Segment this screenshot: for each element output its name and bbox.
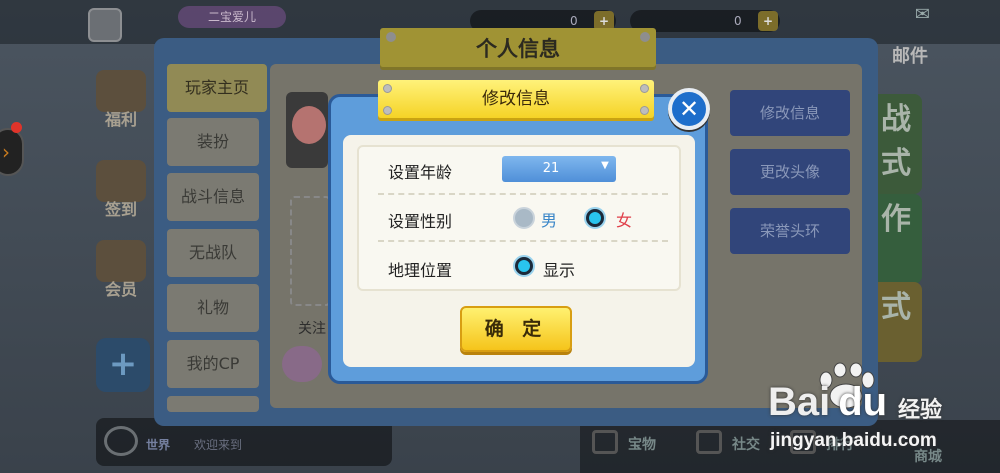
watermark-url: jingyan.baidu.com (770, 430, 937, 451)
avatar-face-icon (292, 106, 326, 144)
player-avatar[interactable] (286, 92, 328, 168)
bolt-icon (640, 32, 650, 42)
edit-info-button[interactable]: 修改信息 (730, 90, 850, 136)
bolt-icon (640, 106, 649, 115)
age-label: 设置年龄 (388, 163, 453, 182)
player-avatar-small[interactable] (88, 8, 122, 42)
bolt-icon (383, 106, 392, 115)
location-label: 地理位置 (388, 261, 453, 280)
side-expand-button[interactable]: › (0, 128, 24, 176)
add-button[interactable]: + (96, 338, 150, 392)
age-value: 21 (542, 161, 560, 176)
chat-bubble-icon (104, 426, 138, 456)
empty-slot (290, 196, 330, 306)
mail-icon[interactable]: ✉ (915, 4, 930, 25)
tab-my-cp[interactable]: 我的CP (167, 340, 259, 388)
baidu-logo: Bai du (768, 380, 887, 425)
player-name: 二宝爱儿 (178, 6, 286, 28)
change-avatar-button[interactable]: 更改头像 (730, 149, 850, 195)
checkin-label: 签到 (104, 200, 137, 219)
gender-female-label[interactable]: 女 (616, 207, 632, 231)
row-divider (378, 193, 668, 195)
location-show-label[interactable]: 显示 (543, 257, 575, 281)
gender-male-radio[interactable] (513, 207, 535, 229)
treasure-icon (592, 430, 618, 454)
gender-female-radio[interactable] (584, 207, 606, 229)
expand-button[interactable] (282, 346, 322, 382)
follow-label: 关注 (298, 321, 326, 337)
honor-halo-button[interactable]: 荣誉头环 (730, 208, 850, 254)
baidu-logo-left: Bai (768, 380, 831, 424)
tab-outfit[interactable]: 装扮 (167, 118, 259, 166)
watermark-jingyan: 经验 (898, 398, 943, 423)
mail-label: 邮件 (892, 46, 928, 67)
location-show-radio[interactable] (513, 255, 535, 277)
tab-more[interactable] (167, 396, 259, 412)
age-select[interactable]: 21 ▼ (502, 156, 616, 182)
dialog-title: 修改信息 (482, 89, 550, 109)
checkin-button[interactable]: 签到 (92, 160, 150, 220)
chat-channel: 世界 (146, 438, 171, 452)
panel-title: 个人信息 (476, 37, 560, 61)
tab-no-team[interactable]: 无战队 (167, 229, 259, 277)
tab-social[interactable]: 社交 (732, 434, 760, 454)
add-diamonds-button[interactable]: + (758, 11, 778, 31)
baidu-logo-right: du (838, 380, 888, 424)
gender-label: 设置性别 (388, 212, 453, 231)
gender-male-label[interactable]: 男 (541, 207, 557, 231)
tab-gifts[interactable]: 礼物 (167, 284, 259, 332)
bolt-icon (386, 32, 396, 42)
bolt-icon (640, 84, 649, 93)
tab-player-home[interactable]: 玩家主页 (167, 64, 267, 112)
tab-treasure[interactable]: 宝物 (628, 434, 656, 454)
panel-title-plate: 个人信息 (380, 28, 656, 70)
dialog-title-plate: 修改信息 (378, 80, 654, 118)
diamond-value: 0 (734, 14, 742, 28)
friends-icon (696, 430, 722, 454)
vip-label: 会员 (104, 280, 137, 299)
close-icon[interactable]: ✕ (668, 88, 710, 130)
row-divider (378, 240, 668, 242)
confirm-button[interactable]: 确 定 (460, 306, 572, 352)
welfare-button[interactable]: 福利 (92, 70, 150, 130)
chat-preview: 欢迎来到 (194, 438, 243, 452)
welfare-label: 福利 (104, 110, 137, 129)
tab-battle-info[interactable]: 战斗信息 (167, 173, 259, 221)
chevron-down-icon: ▼ (601, 160, 609, 171)
bolt-icon (383, 84, 392, 93)
vip-button[interactable]: 会员 (92, 240, 150, 300)
notification-dot (11, 122, 22, 133)
